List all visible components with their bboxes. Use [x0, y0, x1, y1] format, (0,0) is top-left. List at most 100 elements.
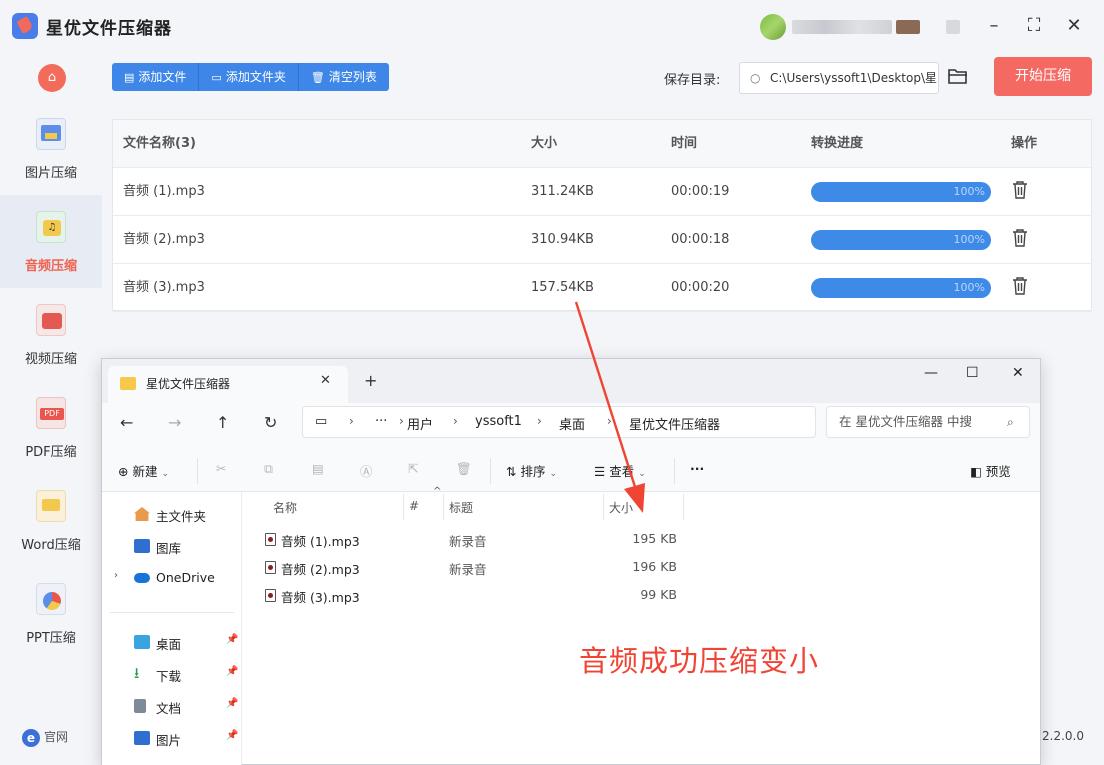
- blurred-username: [792, 20, 892, 34]
- column-header-size[interactable]: 大小: [609, 499, 633, 516]
- address-bar[interactable]: ▭ › ··· › 用户 › yssoft1 › 桌面 › 星优文件压缩器: [302, 406, 816, 438]
- sort-button[interactable]: ⇅ 排序 ⌄: [506, 461, 557, 480]
- add-folder-button[interactable]: ▭ 添加文件夹: [199, 63, 299, 91]
- search-input[interactable]: 在 星优文件压缩器 中搜 ⌕: [826, 406, 1030, 438]
- explorer-nav-bar: ← → ↑ ↻ ▭ › ··· › 用户 › yssoft1 › 桌面 › 星优…: [102, 403, 1040, 450]
- minimize-icon[interactable]: –: [980, 12, 1008, 40]
- share-icon[interactable]: ⇱: [408, 461, 418, 476]
- file-name: 音频 (3).mp3: [281, 590, 360, 605]
- new-button[interactable]: ⊕ 新建 ⌄: [118, 461, 169, 480]
- nav-item-pictures[interactable]: 图片 📌: [102, 724, 242, 752]
- chevron-down-icon: ⌄: [638, 469, 646, 479]
- file-size: 310.94KB: [531, 232, 594, 247]
- delete-icon[interactable]: [1011, 180, 1031, 202]
- maximize-icon[interactable]: ☐: [966, 365, 979, 381]
- video-compress-icon: [36, 304, 66, 336]
- copy-icon[interactable]: ⧉: [264, 461, 273, 477]
- header-progress: 转换进度: [811, 136, 864, 151]
- sidebar-item-ppt-compress[interactable]: PPT压缩: [0, 567, 102, 660]
- rename-icon[interactable]: Ⓐ: [360, 461, 373, 480]
- breadcrumb-item[interactable]: 桌面: [559, 414, 585, 433]
- file-size: 157.54KB: [531, 280, 594, 295]
- minimize-icon[interactable]: —: [924, 365, 938, 381]
- sidebar-item-image-compress[interactable]: 图片压缩: [0, 102, 102, 195]
- refresh-icon[interactable]: ↻: [264, 413, 277, 432]
- nav-item-documents[interactable]: 文档 📌: [102, 692, 242, 720]
- official-site-link[interactable]: e 官网: [22, 728, 68, 747]
- file-explorer-window: 星优文件压缩器 ✕ + — ☐ ✕ ← → ↑ ↻ ▭ › ··· › 用户 ›…: [101, 358, 1041, 765]
- breadcrumb-item[interactable]: 星优文件压缩器: [629, 414, 720, 433]
- open-folder-icon[interactable]: [947, 66, 971, 88]
- app-title: 星优文件压缩器: [46, 19, 172, 39]
- more-options-icon[interactable]: ···: [690, 461, 704, 476]
- delete-icon[interactable]: [1011, 228, 1031, 250]
- maximize-icon[interactable]: ⛶: [1020, 12, 1048, 40]
- column-divider: [603, 494, 604, 520]
- user-avatar[interactable]: [760, 14, 786, 40]
- save-dir-value: C:\Users\yssoft1\Desktop\星: [770, 71, 937, 85]
- nav-item-label: 图库: [156, 541, 182, 556]
- delete-icon[interactable]: 🗑: [456, 461, 472, 477]
- column-header-name[interactable]: 名称: [273, 499, 297, 516]
- nav-item-desktop[interactable]: 桌面 📌: [102, 628, 242, 656]
- audio-file-icon: [265, 533, 276, 546]
- new-tab-icon[interactable]: +: [364, 371, 377, 390]
- chevron-right-icon: ›: [453, 414, 458, 428]
- plus-circle-icon: ⊕: [118, 464, 129, 479]
- chevron-right-icon[interactable]: ›: [114, 570, 118, 581]
- start-compress-button[interactable]: 开始压缩: [994, 57, 1092, 96]
- table-row[interactable]: 音频 (2).mp3 310.94KB 00:00:18 100%: [113, 216, 1091, 264]
- cut-icon[interactable]: ✂: [216, 461, 226, 476]
- view-button[interactable]: ☰ 查看 ⌄: [594, 461, 646, 480]
- sidebar-item-label: Word压缩: [21, 538, 81, 553]
- sort-icon: ⇅: [506, 464, 517, 479]
- nav-item-gallery[interactable]: 图库: [102, 532, 242, 560]
- column-divider: [443, 494, 444, 520]
- search-placeholder: 在 星优文件压缩器 中搜: [839, 414, 972, 429]
- file-table: 文件名称(3) 大小 时间 转换进度 操作 音频 (1).mp3 311.24K…: [112, 119, 1092, 312]
- delete-icon[interactable]: [1011, 276, 1031, 298]
- nav-item-home[interactable]: 主文件夹: [102, 500, 242, 528]
- clear-list-button[interactable]: 🗑 清空列表: [298, 63, 389, 91]
- paste-icon[interactable]: ▤: [312, 461, 324, 476]
- file-row[interactable]: 音频 (1).mp3 新录音 195 KB: [243, 525, 1040, 553]
- home-icon[interactable]: ⌂: [38, 64, 66, 92]
- sidebar-item-audio-compress[interactable]: ♫ 音频压缩: [0, 195, 102, 288]
- pdf-compress-icon: PDF: [36, 397, 66, 429]
- sidebar-item-word-compress[interactable]: Word压缩: [0, 474, 102, 567]
- file-row[interactable]: 音频 (3).mp3 99 KB: [243, 581, 1040, 609]
- explorer-tab-title: 星优文件压缩器: [146, 377, 231, 391]
- column-header-number[interactable]: #: [409, 499, 419, 513]
- preview-button[interactable]: ◧ 预览: [970, 461, 1011, 480]
- table-row[interactable]: 音频 (1).mp3 311.24KB 00:00:19 100%: [113, 168, 1091, 216]
- add-file-button[interactable]: ▤ 添加文件: [112, 63, 200, 91]
- pin-icon: 📌: [226, 634, 239, 645]
- up-arrow-icon[interactable]: ↑: [216, 413, 229, 432]
- breadcrumb-item[interactable]: yssoft1: [475, 414, 522, 429]
- save-dir-field[interactable]: ○ C:\Users\yssoft1\Desktop\星: [739, 62, 939, 94]
- explorer-tab[interactable]: 星优文件压缩器 ✕: [108, 366, 348, 403]
- table-row[interactable]: 音频 (3).mp3 157.54KB 00:00:20 100%: [113, 264, 1091, 312]
- column-header-title[interactable]: 标题: [449, 499, 473, 516]
- more-icon[interactable]: ···: [375, 414, 387, 429]
- close-tab-icon[interactable]: ✕: [320, 373, 331, 388]
- forward-arrow-icon[interactable]: →: [168, 413, 181, 432]
- sidebar-item-video-compress[interactable]: 视频压缩: [0, 288, 102, 381]
- audio-file-icon: [265, 561, 276, 574]
- preview-pane-icon: ◧: [970, 464, 982, 479]
- back-arrow-icon[interactable]: ←: [120, 413, 133, 432]
- sidebar: ⌂ 图片压缩 ♫ 音频压缩 视频压缩 PDF PDF压缩 Word压缩 PPT压…: [0, 52, 102, 765]
- close-icon[interactable]: ✕: [1012, 365, 1024, 381]
- sidebar-item-pdf-compress[interactable]: PDF PDF压缩: [0, 381, 102, 474]
- user-account-area[interactable]: [760, 14, 970, 40]
- file-name: 音频 (2).mp3: [123, 232, 205, 247]
- nav-item-downloads[interactable]: ⭳ 下载 📌: [102, 660, 242, 688]
- file-size: 311.24KB: [531, 184, 594, 199]
- nav-item-onedrive[interactable]: › OneDrive: [102, 564, 242, 592]
- file-row[interactable]: 音频 (2).mp3 新录音 196 KB: [243, 553, 1040, 581]
- column-divider: [403, 494, 404, 520]
- breadcrumb-item[interactable]: 用户: [407, 414, 433, 433]
- download-icon: ⭳: [134, 664, 140, 682]
- close-icon[interactable]: ✕: [1060, 12, 1088, 40]
- audio-file-icon: [265, 589, 276, 602]
